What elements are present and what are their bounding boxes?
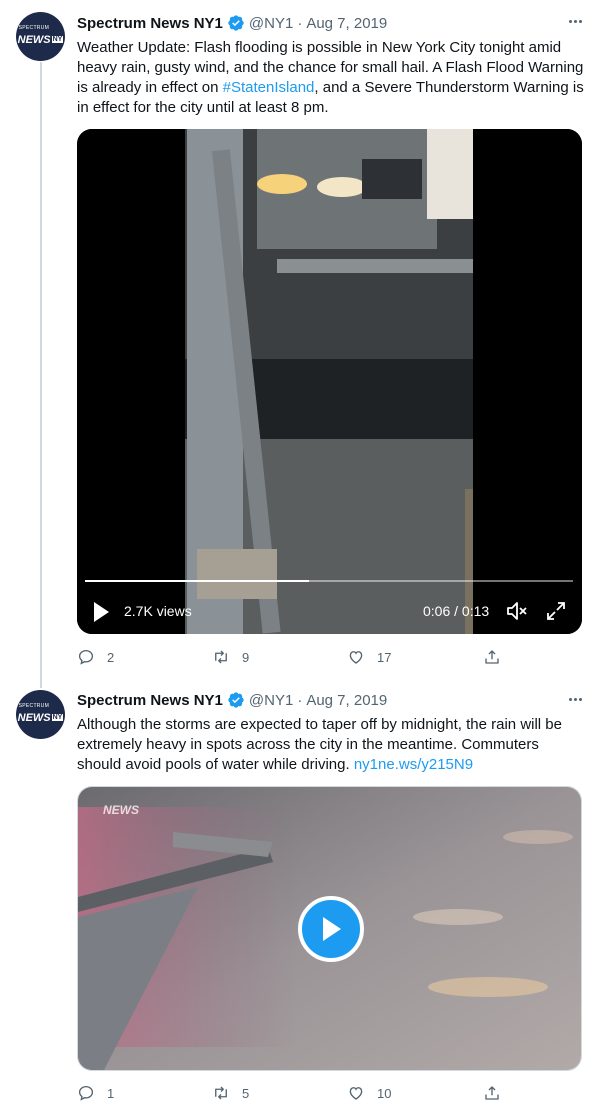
separator-dot: ·: [297, 691, 303, 709]
retweet-icon: [215, 1086, 227, 1100]
author-name[interactable]: Spectrum News NY1: [77, 692, 223, 709]
like-button[interactable]: 17: [347, 648, 391, 666]
author-handle[interactable]: @NY1: [249, 692, 293, 709]
author-name[interactable]: Spectrum News NY1: [77, 15, 223, 32]
spectrum-news-logo: SPECTRUM NEWS NY: [17, 703, 64, 724]
tweet-2[interactable]: SPECTRUM NEWS NY Spectrum News NY1 @NY1 ·…: [0, 688, 600, 1117]
author-handle[interactable]: @NY1: [249, 15, 293, 32]
tweet-actions: 1 5 10: [77, 1084, 507, 1104]
reply-count: 1: [107, 1085, 115, 1101]
play-circle-icon[interactable]: [298, 896, 364, 962]
share-icon: [485, 1086, 499, 1100]
reply-count: 2: [107, 649, 115, 665]
video-progress-track[interactable]: [85, 580, 573, 582]
reply-button[interactable]: 2: [77, 648, 114, 666]
avatar[interactable]: SPECTRUM NEWS NY: [16, 690, 65, 739]
spectrum-news-logo: SPECTRUM NEWS NY: [17, 25, 64, 46]
tweet-header: Spectrum News NY1 @NY1 · Aug 7, 2019: [77, 689, 387, 711]
more-icon[interactable]: [569, 698, 582, 701]
verified-badge-icon: [227, 691, 245, 709]
video-card[interactable]: NEWS: [77, 786, 582, 1071]
retweet-button[interactable]: 5: [212, 1084, 249, 1102]
retweet-button[interactable]: 9: [212, 648, 249, 666]
video-view-count: 2.7K views: [124, 603, 192, 619]
avatar[interactable]: SPECTRUM NEWS NY: [16, 12, 65, 61]
hashtag-link[interactable]: #StatenIsland: [223, 79, 315, 96]
like-icon: [349, 651, 363, 664]
news-watermark: NEWS: [103, 803, 139, 817]
tweet-1[interactable]: SPECTRUM NEWS NY Spectrum News NY1 @NY1 ·…: [0, 0, 600, 688]
like-count: 10: [377, 1085, 392, 1101]
video-frame: [77, 129, 582, 634]
fullscreen-icon[interactable]: [545, 600, 567, 627]
tweet-date[interactable]: Aug 7, 2019: [306, 15, 387, 32]
like-count: 17: [377, 649, 392, 665]
share-button[interactable]: [483, 648, 501, 666]
tweet-actions: 2 9 17: [77, 648, 507, 668]
tweet-date[interactable]: Aug 7, 2019: [306, 692, 387, 709]
retweet-count: 9: [242, 649, 250, 665]
video-time: 0:06 / 0:13: [423, 603, 490, 619]
url-link[interactable]: ny1ne.ws/y215N9: [354, 756, 473, 773]
reply-button[interactable]: 1: [77, 1084, 114, 1102]
video-player[interactable]: 2.7K views 0:06 / 0:13: [77, 129, 582, 634]
reply-icon: [78, 649, 94, 665]
reply-icon: [78, 1085, 94, 1101]
like-icon: [349, 1087, 363, 1100]
mute-icon[interactable]: [505, 600, 529, 627]
separator-dot: ·: [297, 14, 303, 32]
retweet-icon: [215, 650, 227, 664]
tweet-text: Weather Update: Flash flooding is possib…: [77, 39, 584, 116]
more-icon[interactable]: [569, 20, 582, 23]
share-icon: [485, 650, 499, 664]
retweet-count: 5: [242, 1085, 250, 1101]
share-button[interactable]: [483, 1084, 501, 1102]
play-icon[interactable]: [91, 601, 111, 628]
video-progress-fill: [85, 580, 310, 582]
tweet-text: Although the storms are expected to tape…: [77, 716, 562, 773]
like-button[interactable]: 10: [347, 1084, 391, 1102]
tweet-header: Spectrum News NY1 @NY1 · Aug 7, 2019: [77, 12, 387, 34]
verified-badge-icon: [227, 14, 245, 32]
